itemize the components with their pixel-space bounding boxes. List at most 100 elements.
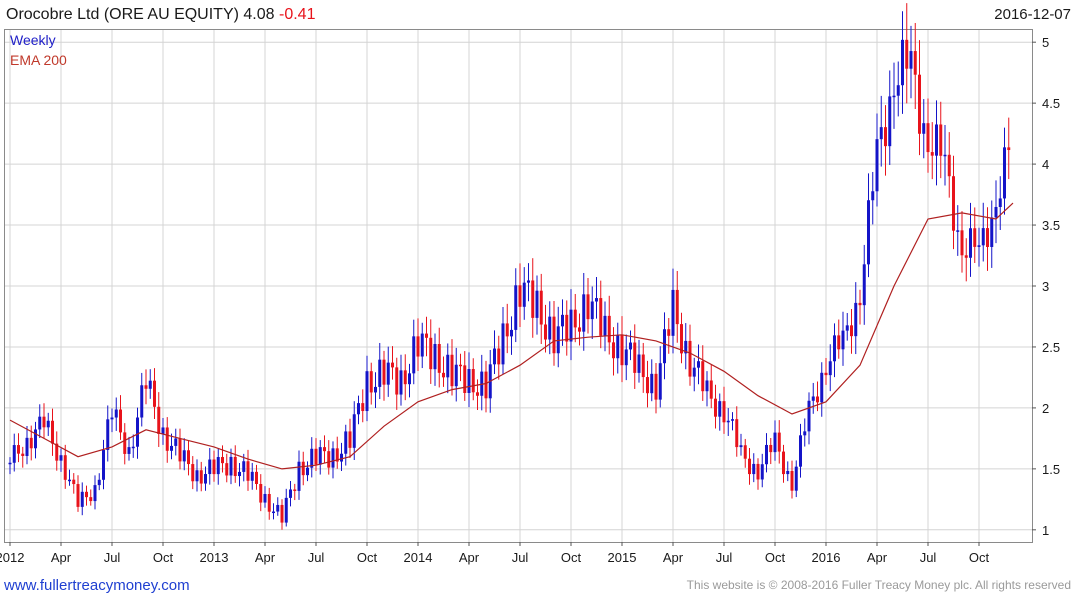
candle-body bbox=[837, 335, 841, 350]
candle-body bbox=[361, 403, 365, 412]
x-tick-label: Apr bbox=[255, 550, 276, 565]
y-tick-label: 4 bbox=[1042, 157, 1049, 172]
candle-body bbox=[569, 309, 573, 342]
y-tick-label: 1 bbox=[1042, 523, 1049, 538]
candle-body bbox=[701, 361, 705, 392]
candle-body bbox=[799, 435, 802, 467]
candle-body bbox=[935, 124, 938, 156]
candle-body bbox=[310, 448, 314, 468]
candle-body bbox=[212, 459, 216, 475]
candle-body bbox=[318, 447, 322, 465]
candle-body bbox=[450, 354, 454, 387]
x-tick-label: Apr bbox=[459, 550, 480, 565]
candle-body bbox=[947, 154, 951, 177]
x-tick-label: 2014 bbox=[404, 550, 433, 565]
candle-body bbox=[102, 449, 105, 480]
candle-body bbox=[153, 380, 156, 407]
candle-body bbox=[539, 290, 543, 325]
candle-body bbox=[969, 228, 972, 258]
candle-body bbox=[21, 453, 25, 456]
candle-body bbox=[505, 323, 509, 337]
x-tick-label: Jul bbox=[716, 550, 733, 565]
candle-body bbox=[637, 354, 641, 373]
candle-body bbox=[255, 471, 258, 485]
candle-body bbox=[667, 329, 671, 336]
candle-body bbox=[182, 450, 186, 462]
candle-body bbox=[391, 362, 394, 368]
candle-body bbox=[114, 409, 118, 418]
candle-body bbox=[76, 484, 80, 507]
candle-body bbox=[208, 459, 212, 475]
candle-body bbox=[412, 336, 416, 374]
candle-body bbox=[12, 445, 16, 463]
candle-body bbox=[892, 95, 896, 98]
candle-body bbox=[225, 463, 229, 476]
candle-body bbox=[170, 445, 173, 451]
candle-body bbox=[743, 445, 747, 459]
candle-body bbox=[518, 285, 522, 307]
candle-body bbox=[331, 448, 335, 468]
y-tick-label: 5 bbox=[1042, 35, 1049, 50]
candle-body bbox=[301, 461, 305, 476]
candle-body bbox=[280, 504, 284, 523]
candle-body bbox=[786, 470, 790, 475]
candle-body bbox=[195, 470, 199, 482]
x-tick-label: 2013 bbox=[200, 550, 229, 565]
candle-body bbox=[629, 342, 632, 350]
candle-body bbox=[476, 392, 479, 396]
candle-body bbox=[284, 497, 288, 523]
candle-body bbox=[459, 364, 462, 367]
candle-body bbox=[497, 348, 501, 365]
y-tick-label: 2 bbox=[1042, 401, 1049, 416]
candle-body bbox=[726, 420, 730, 423]
x-tick-label: Apr bbox=[663, 550, 684, 565]
candle-body bbox=[578, 327, 581, 332]
candle-body bbox=[344, 431, 348, 454]
candle-body bbox=[68, 479, 71, 482]
candle-body bbox=[841, 330, 845, 350]
candle-body bbox=[535, 290, 539, 318]
candle-body bbox=[178, 438, 182, 462]
candle-body bbox=[59, 455, 63, 461]
candle-body bbox=[926, 123, 930, 153]
website-link[interactable]: www.fullertreacymoney.com bbox=[4, 577, 190, 594]
candle-body bbox=[824, 372, 828, 376]
y-tick-label: 2.5 bbox=[1042, 340, 1060, 355]
candle-body bbox=[38, 416, 42, 430]
candle-body bbox=[340, 453, 343, 462]
candle-body bbox=[106, 419, 110, 450]
candle-body bbox=[276, 504, 280, 512]
candle-body bbox=[127, 447, 131, 454]
candle-body bbox=[348, 431, 352, 448]
candle-body bbox=[718, 401, 722, 417]
candle-body bbox=[395, 367, 399, 395]
candle-body bbox=[845, 325, 849, 331]
candle-body bbox=[977, 245, 981, 247]
candle-body bbox=[408, 373, 411, 385]
x-tick-label: Oct bbox=[561, 550, 582, 565]
candle-body bbox=[650, 373, 654, 394]
candle-body bbox=[582, 294, 586, 332]
candle-body bbox=[612, 342, 615, 359]
candle-body bbox=[484, 371, 488, 399]
candle-body bbox=[646, 377, 649, 394]
candle-body bbox=[493, 348, 496, 365]
candle-body bbox=[433, 344, 437, 370]
candle-body bbox=[544, 324, 547, 340]
candle-body bbox=[811, 396, 815, 401]
candle-body bbox=[471, 369, 475, 393]
candle-body bbox=[552, 316, 556, 354]
candle-body bbox=[97, 479, 101, 486]
candle-body bbox=[187, 450, 190, 465]
candle-body bbox=[769, 444, 773, 453]
candle-body bbox=[871, 191, 875, 201]
candle-body bbox=[1003, 147, 1006, 199]
x-tick-label: Oct bbox=[153, 550, 174, 565]
candle-body bbox=[918, 74, 921, 134]
candle-body bbox=[930, 152, 934, 156]
candle-body bbox=[306, 467, 309, 476]
candle-body bbox=[833, 335, 836, 362]
candle-body bbox=[123, 432, 127, 454]
candle-body bbox=[548, 316, 552, 340]
candle-body bbox=[357, 403, 360, 415]
